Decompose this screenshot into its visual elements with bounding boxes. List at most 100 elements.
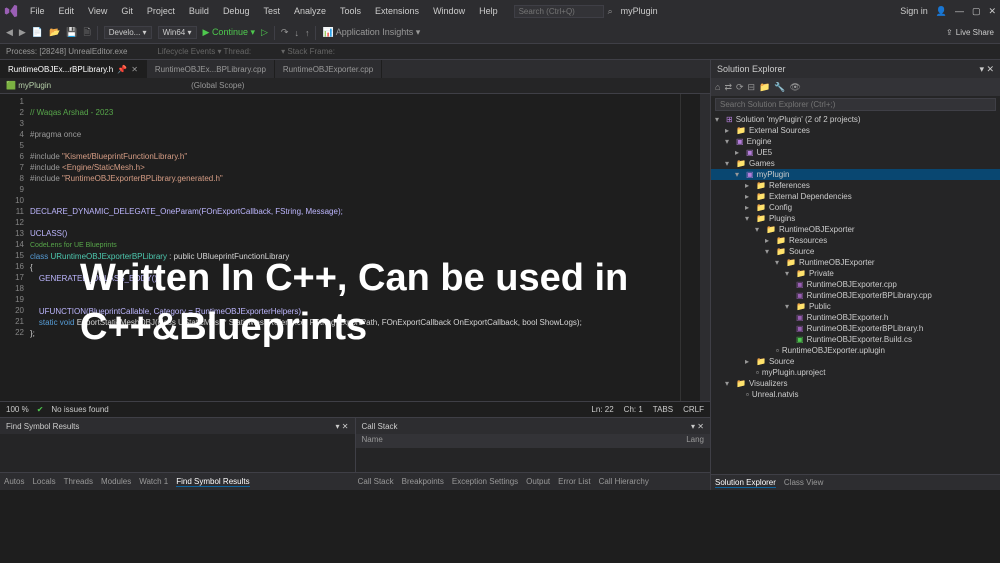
nav-fwd-icon[interactable]: ▶ [19, 27, 26, 38]
tree-item[interactable]: ▣ RuntimeOBJExporter.h [711, 312, 1000, 323]
tree-item[interactable]: ▸📁External Dependencies [711, 191, 1000, 202]
tree-item[interactable]: ▾▣myPlugin [711, 169, 1000, 180]
open-icon[interactable]: 📂 [49, 27, 60, 38]
tree-item[interactable]: ▸📁References [711, 180, 1000, 191]
pin-icon[interactable]: ▾ ✕ [336, 422, 349, 431]
search-icon[interactable]: ⌕ [608, 6, 613, 17]
tab-threads[interactable]: Threads [64, 477, 93, 486]
tree-item[interactable]: ▾📁Games [711, 158, 1000, 169]
menu-tools[interactable]: Tools [334, 4, 367, 18]
step-out-icon[interactable]: ↑ [305, 28, 310, 38]
tab-watch1[interactable]: Watch 1 [139, 477, 168, 486]
play-noDebug-icon[interactable]: ▷ [261, 27, 268, 38]
callstack-header[interactable]: Call Stack ▾ ✕ [356, 418, 711, 434]
tree-item[interactable]: ▣ RuntimeOBJExporterBPLibrary.h [711, 323, 1000, 334]
pin-icon[interactable]: 📌 [117, 65, 127, 74]
menu-window[interactable]: Window [427, 4, 471, 18]
menu-debug[interactable]: Debug [217, 4, 256, 18]
tab-solution-explorer[interactable]: Solution Explorer [715, 478, 776, 488]
tree-item[interactable]: ▫Unreal.natvis [711, 389, 1000, 400]
tree-item[interactable]: ▾📁Public [711, 301, 1000, 312]
solution-tree[interactable]: ▾⊞ Solution 'myPlugin' (2 of 2 projects)… [711, 112, 1000, 474]
lifecycle-dropdown[interactable]: Lifecycle Events ▾ Thread: [157, 47, 251, 56]
tree-item[interactable]: ▣ RuntimeOBJExporterBPLibrary.cpp [711, 290, 1000, 301]
indent-mode[interactable]: TABS [653, 405, 673, 414]
stackframe-dropdown[interactable]: ▾ Stack Frame: [281, 47, 335, 56]
project-context-dropdown[interactable]: 🟩 myPlugin [6, 81, 51, 90]
tree-item[interactable]: ▫myPlugin.uproject [711, 367, 1000, 378]
tab-exporter-cpp[interactable]: RuntimeOBJExporter.cpp [275, 60, 382, 78]
solution-search-input[interactable] [715, 98, 996, 111]
step-into-icon[interactable]: ↓ [294, 28, 299, 38]
save-all-icon[interactable]: 🗎 [84, 25, 91, 41]
menu-edit[interactable]: Edit [53, 4, 81, 18]
nav-back-icon[interactable]: ◀ [6, 27, 13, 38]
menu-project[interactable]: Project [141, 4, 181, 18]
menu-analyze[interactable]: Analyze [288, 4, 332, 18]
tab-modules[interactable]: Modules [101, 477, 131, 486]
signin-link[interactable]: Sign in [900, 6, 928, 16]
close-icon[interactable]: ✕ [131, 65, 138, 74]
tree-item[interactable]: ▾📁Private [711, 268, 1000, 279]
menu-file[interactable]: File [24, 4, 51, 18]
properties-icon[interactable]: 🔧 [774, 82, 785, 93]
menu-build[interactable]: Build [183, 4, 215, 18]
play-icon[interactable]: ▶ Continue ▾ [203, 27, 255, 38]
tab-errorlist[interactable]: Error List [558, 477, 590, 486]
minimize-icon[interactable]: — [955, 6, 964, 17]
minimap[interactable] [680, 94, 700, 401]
scope-dropdown[interactable]: (Global Scope) [191, 81, 244, 90]
menu-test[interactable]: Test [257, 4, 286, 18]
menu-help[interactable]: Help [473, 4, 504, 18]
tree-solution-root[interactable]: ▾⊞ Solution 'myPlugin' (2 of 2 projects) [711, 114, 1000, 125]
tree-item[interactable]: ▸📁Config [711, 202, 1000, 213]
tab-bplibrary-cpp[interactable]: RuntimeOBJEx...BPLibrary.cpp [147, 60, 275, 78]
tree-item[interactable]: ▾📁RuntimeOBJExporter [711, 224, 1000, 235]
collapse-icon[interactable]: ⊟ [748, 82, 756, 93]
tab-breakpoints[interactable]: Breakpoints [402, 477, 444, 486]
pin-icon[interactable]: ▾ ✕ [691, 422, 704, 431]
user-icon[interactable]: 👤 [936, 6, 947, 17]
maximize-icon[interactable]: ▢ [972, 6, 981, 17]
code-editor[interactable]: 12345678910111213141516171819202122 // W… [0, 94, 710, 401]
find-symbol-header[interactable]: Find Symbol Results ▾ ✕ [0, 418, 355, 434]
vertical-scrollbar[interactable] [700, 94, 710, 401]
save-icon[interactable]: 💾 [66, 27, 77, 38]
menu-extensions[interactable]: Extensions [369, 4, 425, 18]
preview-icon[interactable]: 👁 [790, 82, 801, 93]
solution-explorer-header[interactable]: Solution Explorer ▾ ✕ [711, 60, 1000, 78]
new-file-icon[interactable]: 📄 [32, 27, 43, 38]
config-dropdown[interactable]: Develo... ▾ [104, 26, 152, 39]
tree-item[interactable]: ▸📁External Sources [711, 125, 1000, 136]
tree-item[interactable]: ▫RuntimeOBJExporter.uplugin [711, 345, 1000, 356]
tab-callhierarchy[interactable]: Call Hierarchy [599, 477, 649, 486]
tab-callstack[interactable]: Call Stack [358, 477, 394, 486]
home-icon[interactable]: ⌂ [715, 82, 720, 92]
tree-item[interactable]: ▾📁Plugins [711, 213, 1000, 224]
tree-item[interactable]: ▸📁Resources [711, 235, 1000, 246]
issues-text[interactable]: No issues found [51, 405, 108, 414]
liveshare-button[interactable]: ⇪ Live Share [946, 28, 994, 37]
tree-item[interactable]: ▾📁Visualizers [711, 378, 1000, 389]
code-content[interactable]: // Waqas Arshad - 2023 #pragma once #inc… [30, 94, 680, 401]
app-insights-icon[interactable]: 📊 Application Insights ▾ [322, 27, 420, 38]
tree-item[interactable]: ▾📁Source [711, 246, 1000, 257]
tree-item[interactable]: ▣RuntimeOBJExporter.Build.cs [711, 334, 1000, 345]
switch-view-icon[interactable]: ⇄ [724, 82, 732, 93]
menu-git[interactable]: Git [115, 4, 139, 18]
tab-findsymbol[interactable]: Find Symbol Results [176, 477, 249, 487]
tree-item[interactable]: ▣ RuntimeOBJExporter.cpp [711, 279, 1000, 290]
tree-item[interactable]: ▾▣Engine [711, 136, 1000, 147]
panel-dropdown-icon[interactable]: ▾ ✕ [979, 64, 994, 75]
tree-item[interactable]: ▾📁RuntimeOBJExporter [711, 257, 1000, 268]
line-indicator[interactable]: Ln: 22 [591, 405, 613, 414]
tab-locals[interactable]: Locals [32, 477, 55, 486]
tab-output[interactable]: Output [526, 477, 550, 486]
platform-dropdown[interactable]: Win64 ▾ [158, 26, 197, 39]
zoom-level[interactable]: 100 % [6, 405, 29, 414]
close-icon[interactable]: ✕ [988, 6, 996, 17]
tab-class-view[interactable]: Class View [784, 478, 823, 487]
tab-exception[interactable]: Exception Settings [452, 477, 518, 486]
step-over-icon[interactable]: ↷ [281, 27, 289, 38]
tab-autos[interactable]: Autos [4, 477, 24, 486]
